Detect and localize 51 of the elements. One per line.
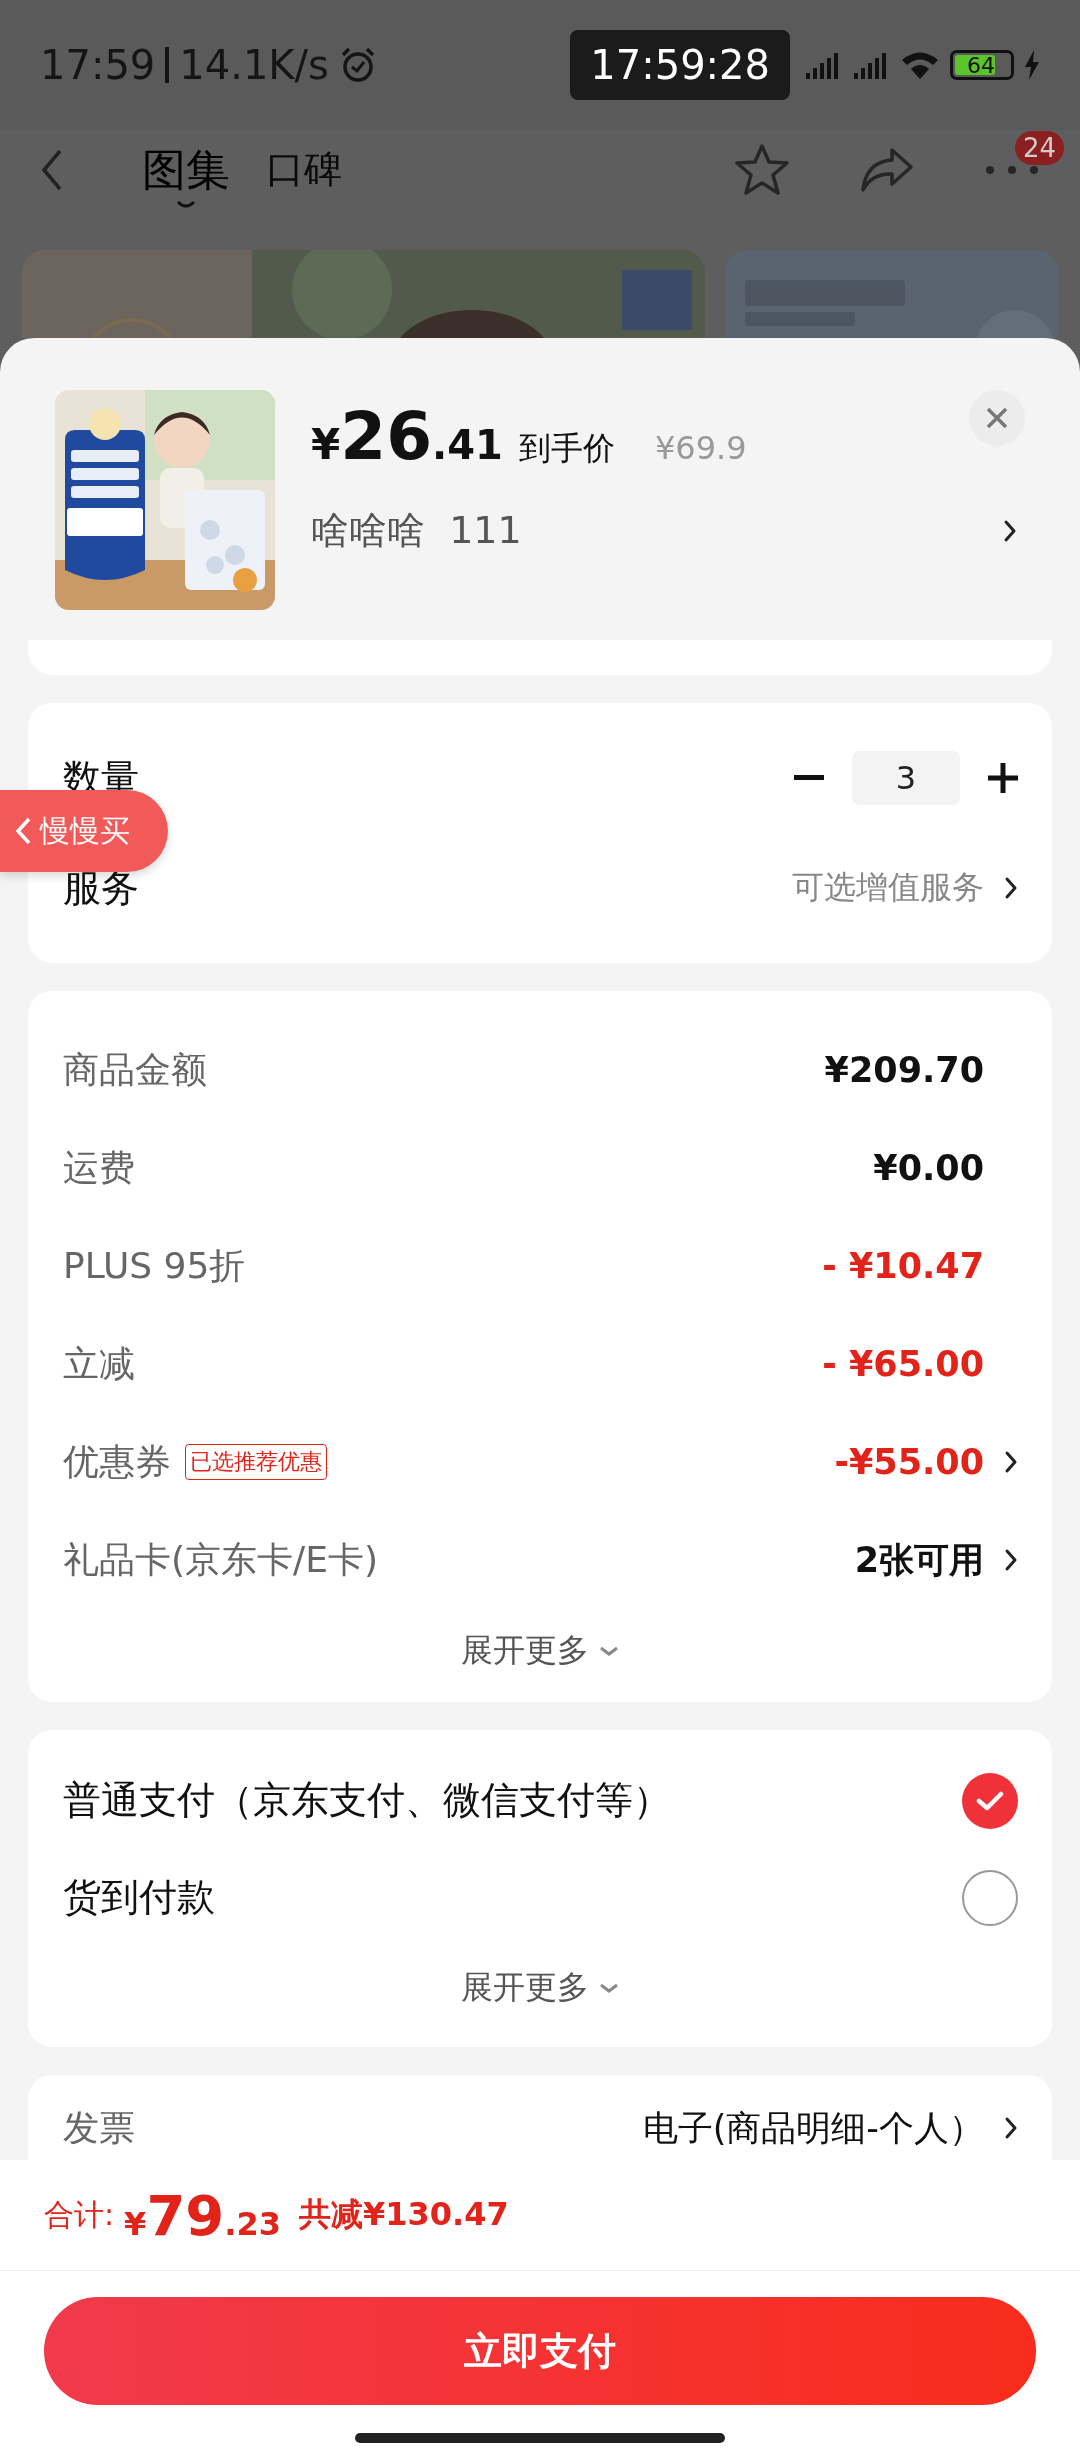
invoice-value[interactable]: 电子(商品明细-个人） [642, 2104, 984, 2152]
cost-label: 商品金额 [63, 1047, 207, 1092]
product-price: ¥26.41 [311, 398, 503, 475]
close-icon [986, 407, 1008, 429]
back-icon[interactable] [40, 148, 64, 192]
cost-value: ¥0.00 [873, 1148, 984, 1188]
chevron-icon [1004, 2116, 1018, 2140]
star-icon[interactable] [734, 143, 790, 197]
total-label: 合计: [44, 2195, 115, 2234]
pay-button[interactable]: 立即支付 [44, 2297, 1036, 2405]
cost-value: - ¥65.00 [822, 1344, 984, 1384]
cost-label: 运费 [63, 1145, 135, 1190]
chevron-icon [1004, 876, 1018, 900]
coupon-tag: 已选推荐优惠 [185, 1444, 327, 1480]
chevron-left-icon [14, 816, 32, 846]
quantity-field[interactable]: 3 [852, 751, 960, 805]
price-label: 到手价 [518, 428, 615, 469]
floating-clock: 17:59:28 [570, 30, 790, 100]
cost-value: -¥55.00 [834, 1442, 984, 1482]
payment-option[interactable]: 货到付款 [63, 1872, 215, 1923]
invoice-label: 发票 [63, 2105, 135, 2150]
expand-more-button[interactable]: 展开更多 [441, 1609, 639, 1693]
payment-option[interactable]: 普通支付（京东支付、微信支付等） [63, 1775, 671, 1826]
service-value[interactable]: 可选增值服务 [792, 866, 984, 910]
more-icon[interactable] [984, 163, 1040, 176]
cost-value: 2张可用 [854, 1538, 984, 1582]
total-price: ¥79.23 [124, 2182, 281, 2248]
original-price: ¥69.9 [654, 429, 747, 467]
product-variant: 啥啥啥 111 [311, 507, 522, 554]
chevron-down-icon [599, 1983, 619, 1993]
plus-button[interactable] [988, 763, 1018, 793]
share-icon[interactable] [860, 147, 914, 193]
minus-button[interactable] [794, 775, 824, 781]
check-icon [976, 1789, 1004, 1812]
cost-label: PLUS 95折 [63, 1243, 246, 1288]
cost-label: 礼品卡(京东卡/E卡) [63, 1537, 378, 1582]
expand-more-button[interactable]: 展开更多 [441, 1946, 639, 2030]
network-speed: 14.1K/s [179, 42, 329, 88]
battery-icon: 64 [950, 50, 1014, 80]
notification-badge: 24 [1014, 130, 1064, 165]
cost-value: - ¥10.47 [822, 1246, 984, 1286]
cost-label: 优惠券 [63, 1439, 171, 1484]
chevron-down-icon [599, 1646, 619, 1656]
cost-value: ¥209.70 [824, 1050, 984, 1090]
tab-indicator-icon [176, 200, 196, 211]
savings-text: 共减¥130.47 [299, 2194, 509, 2235]
charging-icon [1024, 50, 1040, 80]
cost-label: 立减 [63, 1341, 135, 1386]
status-time: 17:59 [40, 42, 156, 88]
chevron-icon [1003, 518, 1017, 543]
radio-button[interactable] [962, 1869, 1018, 1926]
